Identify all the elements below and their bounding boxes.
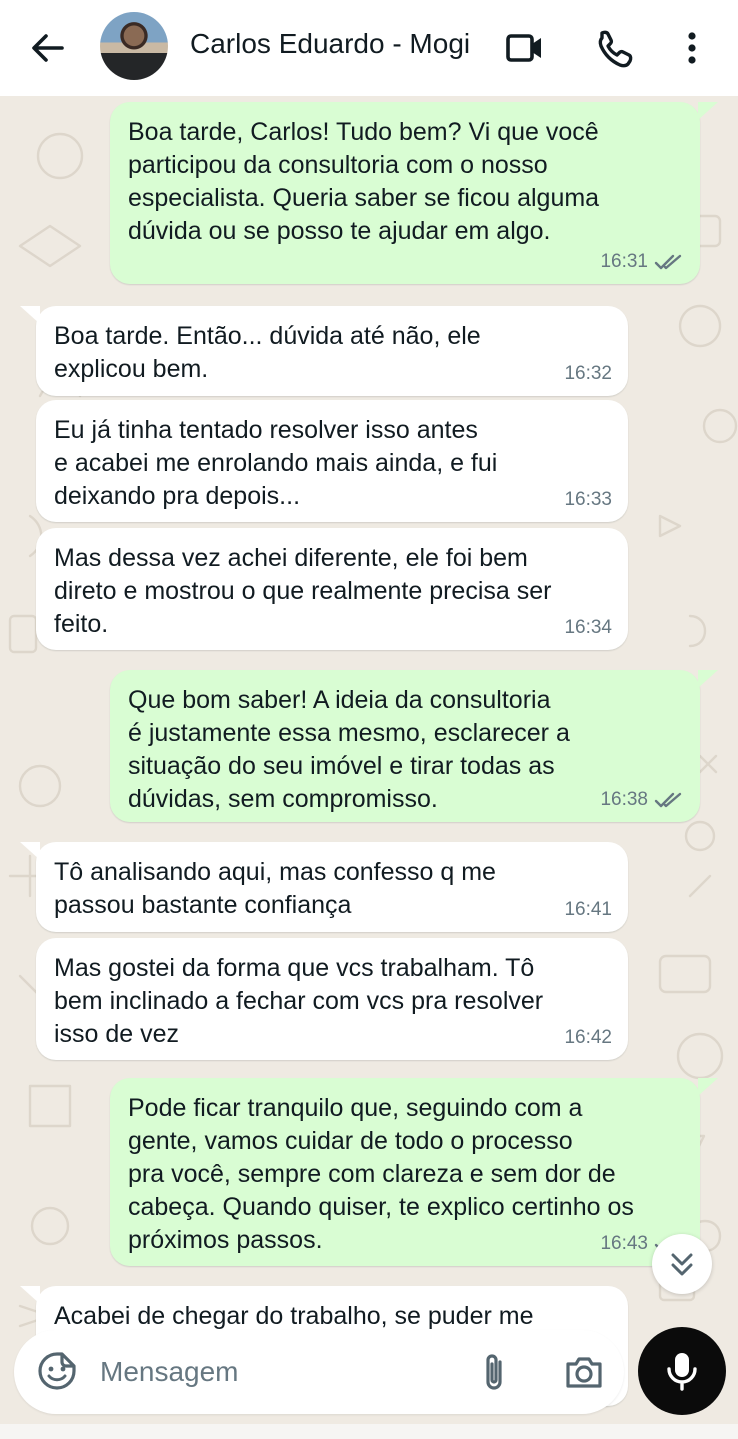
message-incoming[interactable]: Mas dessa vez achei diferente, ele foi b… bbox=[36, 528, 628, 650]
chat-area[interactable]: Boa tarde, Carlos! Tudo bem? Vi que você… bbox=[0, 96, 738, 1439]
message-composer bbox=[14, 1330, 624, 1414]
attach-clip-icon[interactable] bbox=[474, 1350, 514, 1394]
message-text: Boa tarde. Então... dúvida até não, ele … bbox=[54, 322, 481, 383]
message-text: Pode ficar tranquilo que, seguindo com a… bbox=[128, 1094, 634, 1254]
message-time: 16:32 bbox=[564, 363, 612, 384]
contact-name[interactable]: Carlos Eduardo - Mogi bbox=[190, 28, 470, 60]
message-incoming[interactable]: Eu já tinha tentado resolver isso antes … bbox=[36, 400, 628, 522]
message-meta: 16:42 bbox=[564, 1021, 612, 1054]
microphone-icon bbox=[667, 1353, 697, 1391]
bubble-tail bbox=[698, 670, 718, 688]
message-outgoing[interactable]: Que bom saber! A ideia da consultoria é … bbox=[110, 670, 700, 822]
message-time: 16:43 bbox=[600, 1233, 648, 1254]
message-meta: 16:38 bbox=[600, 783, 684, 816]
bubble-tail bbox=[698, 1078, 718, 1096]
scroll-to-bottom-button[interactable] bbox=[652, 1234, 712, 1294]
message-time: 16:42 bbox=[564, 1027, 612, 1048]
camera-icon[interactable] bbox=[562, 1350, 606, 1394]
message-meta: 16:41 bbox=[564, 893, 612, 926]
message-meta: 16:31 bbox=[600, 245, 684, 278]
message-text: Mas gostei da forma que vcs trabalham. T… bbox=[54, 954, 544, 1048]
message-outgoing[interactable]: Boa tarde, Carlos! Tudo bem? Vi que você… bbox=[110, 102, 700, 284]
message-time: 16:38 bbox=[600, 789, 648, 810]
more-options-icon[interactable] bbox=[670, 26, 714, 70]
read-ticks-icon bbox=[654, 792, 682, 807]
sticker-icon[interactable] bbox=[36, 1350, 78, 1392]
message-incoming[interactable]: Tô analisando aqui, mas confesso q me pa… bbox=[36, 842, 628, 932]
message-time: 16:34 bbox=[564, 617, 612, 638]
microphone-button[interactable] bbox=[638, 1327, 726, 1415]
voice-call-icon[interactable] bbox=[592, 26, 636, 70]
message-text: Tô analisando aqui, mas confesso q me pa… bbox=[54, 858, 496, 919]
message-text: Eu já tinha tentado resolver isso antes … bbox=[54, 416, 498, 510]
system-navigation-area bbox=[0, 1424, 738, 1439]
message-time: 16:41 bbox=[564, 899, 612, 920]
message-time: 16:33 bbox=[564, 489, 612, 510]
bubble-tail bbox=[698, 102, 718, 120]
bubble-tail bbox=[20, 1286, 40, 1304]
message-input[interactable] bbox=[100, 1350, 440, 1394]
message-outgoing[interactable]: Pode ficar tranquilo que, seguindo com a… bbox=[110, 1078, 700, 1266]
message-text: Acabei de chegar do trabalho, se puder m… bbox=[54, 1302, 534, 1330]
bubble-tail bbox=[20, 306, 40, 324]
message-time: 16:31 bbox=[600, 251, 648, 272]
message-text: Boa tarde, Carlos! Tudo bem? Vi que você… bbox=[128, 118, 600, 245]
bubble-tail bbox=[20, 842, 40, 860]
message-meta: 16:32 bbox=[564, 357, 612, 390]
message-incoming[interactable]: Mas gostei da forma que vcs trabalham. T… bbox=[36, 938, 628, 1060]
message-meta: 16:34 bbox=[564, 611, 612, 644]
message-text: Mas dessa vez achei diferente, ele foi b… bbox=[54, 544, 552, 638]
double-chevron-down-icon bbox=[671, 1253, 693, 1276]
message-text: Que bom saber! A ideia da consultoria é … bbox=[128, 686, 570, 813]
back-arrow-icon[interactable] bbox=[26, 26, 70, 70]
read-ticks-icon bbox=[654, 254, 682, 269]
video-call-icon[interactable] bbox=[502, 26, 546, 70]
message-incoming[interactable]: Boa tarde. Então... dúvida até não, ele … bbox=[36, 306, 628, 396]
avatar[interactable] bbox=[100, 12, 168, 80]
message-meta: 16:33 bbox=[564, 483, 612, 516]
chat-header: Carlos Eduardo - Mogi bbox=[0, 0, 738, 96]
